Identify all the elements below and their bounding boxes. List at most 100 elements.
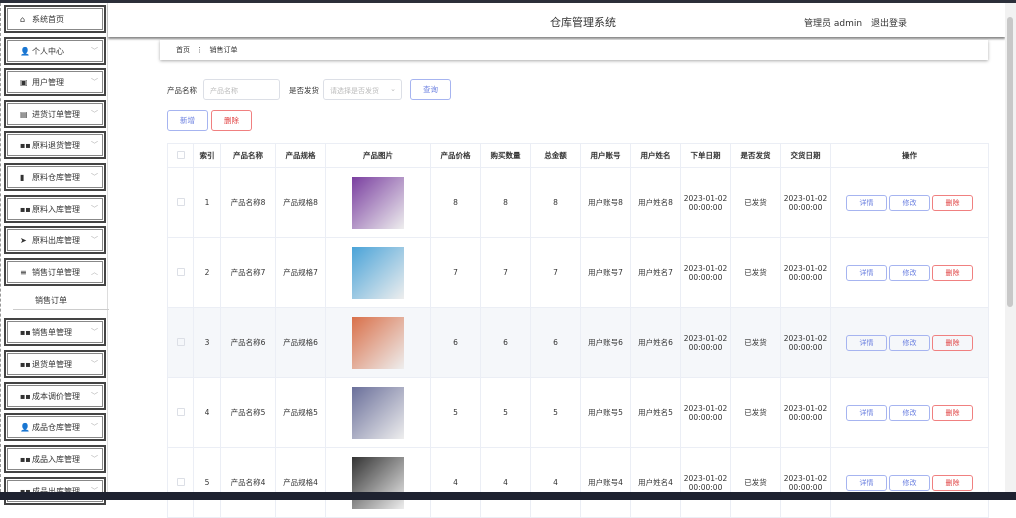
sidebar-item-8[interactable]: ≡ 销售订单管理 ︿ [4,258,106,286]
cell-spec: 产品规格4 [275,447,326,518]
sidebar-item-14[interactable]: ▪▪ 成品出库管理 ﹀ [4,477,106,505]
sidebar-item-6[interactable]: ▪▪ 原料入库管理 ﹀ [4,195,106,223]
sidebar-item-2[interactable]: ▣ 用户管理 ﹀ [4,68,106,96]
select-all-checkbox[interactable] [176,150,185,159]
cell-shipped: 已发货 [730,307,781,378]
divider [13,309,109,310]
chevron-down-icon: ﹀ [91,455,98,463]
breadcrumb-separator: ⋮ [196,46,204,54]
chevron-down-icon: ﹀ [91,78,98,86]
cell-delivery: 2023-01-02 00:00:00 [780,237,831,308]
app-title: 仓库管理系统 [550,16,616,29]
row-delete-button[interactable]: 删除 [932,474,973,491]
edit-button[interactable]: 修改 [889,264,930,281]
row-checkbox[interactable] [176,197,185,206]
cell-uname: 用户姓名5 [630,377,681,448]
table-row[interactable]: 4 产品名称5 产品规格5 5 5 5 用户账号5 用户姓名5 2023-01-02 00:00… [167,377,989,448]
row-checkbox[interactable] [176,267,185,276]
sidebar-item-label: 系统首页 [32,14,64,24]
chevron-down-icon: ﹀ [91,236,98,244]
table-row[interactable]: 1 产品名称8 产品规格8 8 8 8 用户账号8 用户姓名8 2023-01-02 00:00… [167,167,989,238]
grid-icon: ▪▪ [20,204,31,214]
breadcrumb: 首页 ⋮ 销售订单 [160,40,988,60]
cell-total: 4 [530,447,581,518]
sidebar-item-1[interactable]: 👤 个人中心 ﹀ [4,37,106,65]
sidebar-item-12[interactable]: 👤 成品仓库管理 ﹀ [4,413,106,441]
picture-icon: ▣ [20,77,28,87]
user-area: 管理员 admin 退出登录 [804,16,913,29]
product-image [352,176,404,229]
query-button[interactable]: 查询 [410,79,451,100]
product-image [352,246,404,299]
shipped-select[interactable]: 请选择是否发货 ⌄ [323,79,402,100]
sidebar-item-13[interactable]: ▪▪ 成品入库管理 ﹀ [4,445,106,473]
cell-total: 6 [530,307,581,378]
edit-button[interactable]: 修改 [889,474,930,491]
product-image [352,386,404,439]
sidebar-item-0[interactable]: ⌂ 系统首页 [4,5,106,33]
sidebar-item-5[interactable]: ▮ 原料仓库管理 ﹀ [4,163,106,191]
cell-uname: 用户姓名7 [630,237,681,308]
sidebar-item-3[interactable]: ▤ 进货订单管理 ﹀ [4,100,106,128]
sidebar-subitem-sales-order[interactable]: 销售订单 [35,295,67,306]
table-row[interactable]: 5 产品名称4 产品规格4 4 4 4 用户账号4 用户姓名4 2023-01-02 00:00… [167,447,989,518]
grid-icon: ▪▪ [20,359,31,369]
sidebar-item-7[interactable]: ➤ 原料出库管理 ﹀ [4,226,106,254]
row-checkbox[interactable] [176,407,185,416]
column-header: 产品名称 [220,143,276,168]
cell-delivery: 2023-01-02 00:00:00 [780,307,831,378]
product-image-cell [325,377,431,448]
logout-link[interactable]: 退出登录 [871,19,907,29]
detail-button[interactable]: 详情 [846,474,887,491]
detail-button[interactable]: 详情 [846,194,887,211]
cell-uname: 用户姓名4 [630,447,681,518]
row-checkbox-cell [167,167,194,238]
sidebar-item-11[interactable]: ▪▪ 成本调价管理 ﹀ [4,382,106,410]
chevron-down-icon: ﹀ [91,47,98,55]
edit-button[interactable]: 修改 [889,404,930,421]
edit-button[interactable]: 修改 [889,334,930,351]
product-image-cell [325,307,431,378]
detail-button[interactable]: 详情 [846,264,887,281]
column-header: 产品价格 [430,143,481,168]
cell-price: 4 [430,447,481,518]
cell-account: 用户账号5 [580,377,631,448]
row-delete-button[interactable]: 删除 [932,334,973,351]
cell-name: 产品名称7 [220,237,276,308]
add-button[interactable]: 新增 [167,110,208,131]
actions-cell: 详情 修改 删除 [830,377,989,448]
product-image-cell [325,237,431,308]
table-row[interactable]: 3 产品名称6 产品规格6 6 6 6 用户账号6 用户姓名6 2023-01-02 00:00… [167,307,989,378]
product-image-cell [325,447,431,518]
cell-account: 用户账号4 [580,447,631,518]
cell-name: 产品名称8 [220,167,276,238]
row-delete-button[interactable]: 删除 [932,404,973,421]
sidebar-item-4[interactable]: ▪▪ 原料退货管理 ﹀ [4,131,106,159]
edit-button[interactable]: 修改 [889,194,930,211]
cell-delivery: 2023-01-02 00:00:00 [780,377,831,448]
row-checkbox[interactable] [176,337,185,346]
sidebar-item-9[interactable]: ▪▪ 销售单管理 ﹀ [4,318,106,346]
cell-delivery: 2023-01-02 00:00:00 [780,447,831,518]
product-image-cell [325,167,431,238]
scrollbar-thumb[interactable] [1007,17,1013,307]
column-header: 下单日期 [680,143,731,168]
cell-qty: 8 [480,167,531,238]
row-delete-button[interactable]: 删除 [932,264,973,281]
clipboard-icon: ▤ [20,109,28,119]
actions-cell: 详情 修改 删除 [830,307,989,378]
row-checkbox[interactable] [176,477,185,486]
breadcrumb-home[interactable]: 首页 [176,46,190,54]
row-checkbox-cell [167,377,194,448]
delete-button[interactable]: 删除 [211,110,252,131]
sidebar-item-10[interactable]: ▪▪ 退货单管理 ﹀ [4,350,106,378]
cell-account: 用户账号7 [580,237,631,308]
cell-order_date: 2023-01-02 00:00:00 [680,237,731,308]
table-row[interactable]: 2 产品名称7 产品规格7 7 7 7 用户账号7 用户姓名7 2023-01-02 00:00… [167,237,989,308]
detail-button[interactable]: 详情 [846,404,887,421]
top-header: 仓库管理系统 管理员 admin 退出登录 [108,3,1005,37]
row-delete-button[interactable]: 删除 [932,194,973,211]
detail-button[interactable]: 详情 [846,334,887,351]
product-name-input[interactable]: 产品名称 [203,79,280,100]
scrollbar[interactable] [1005,3,1016,492]
